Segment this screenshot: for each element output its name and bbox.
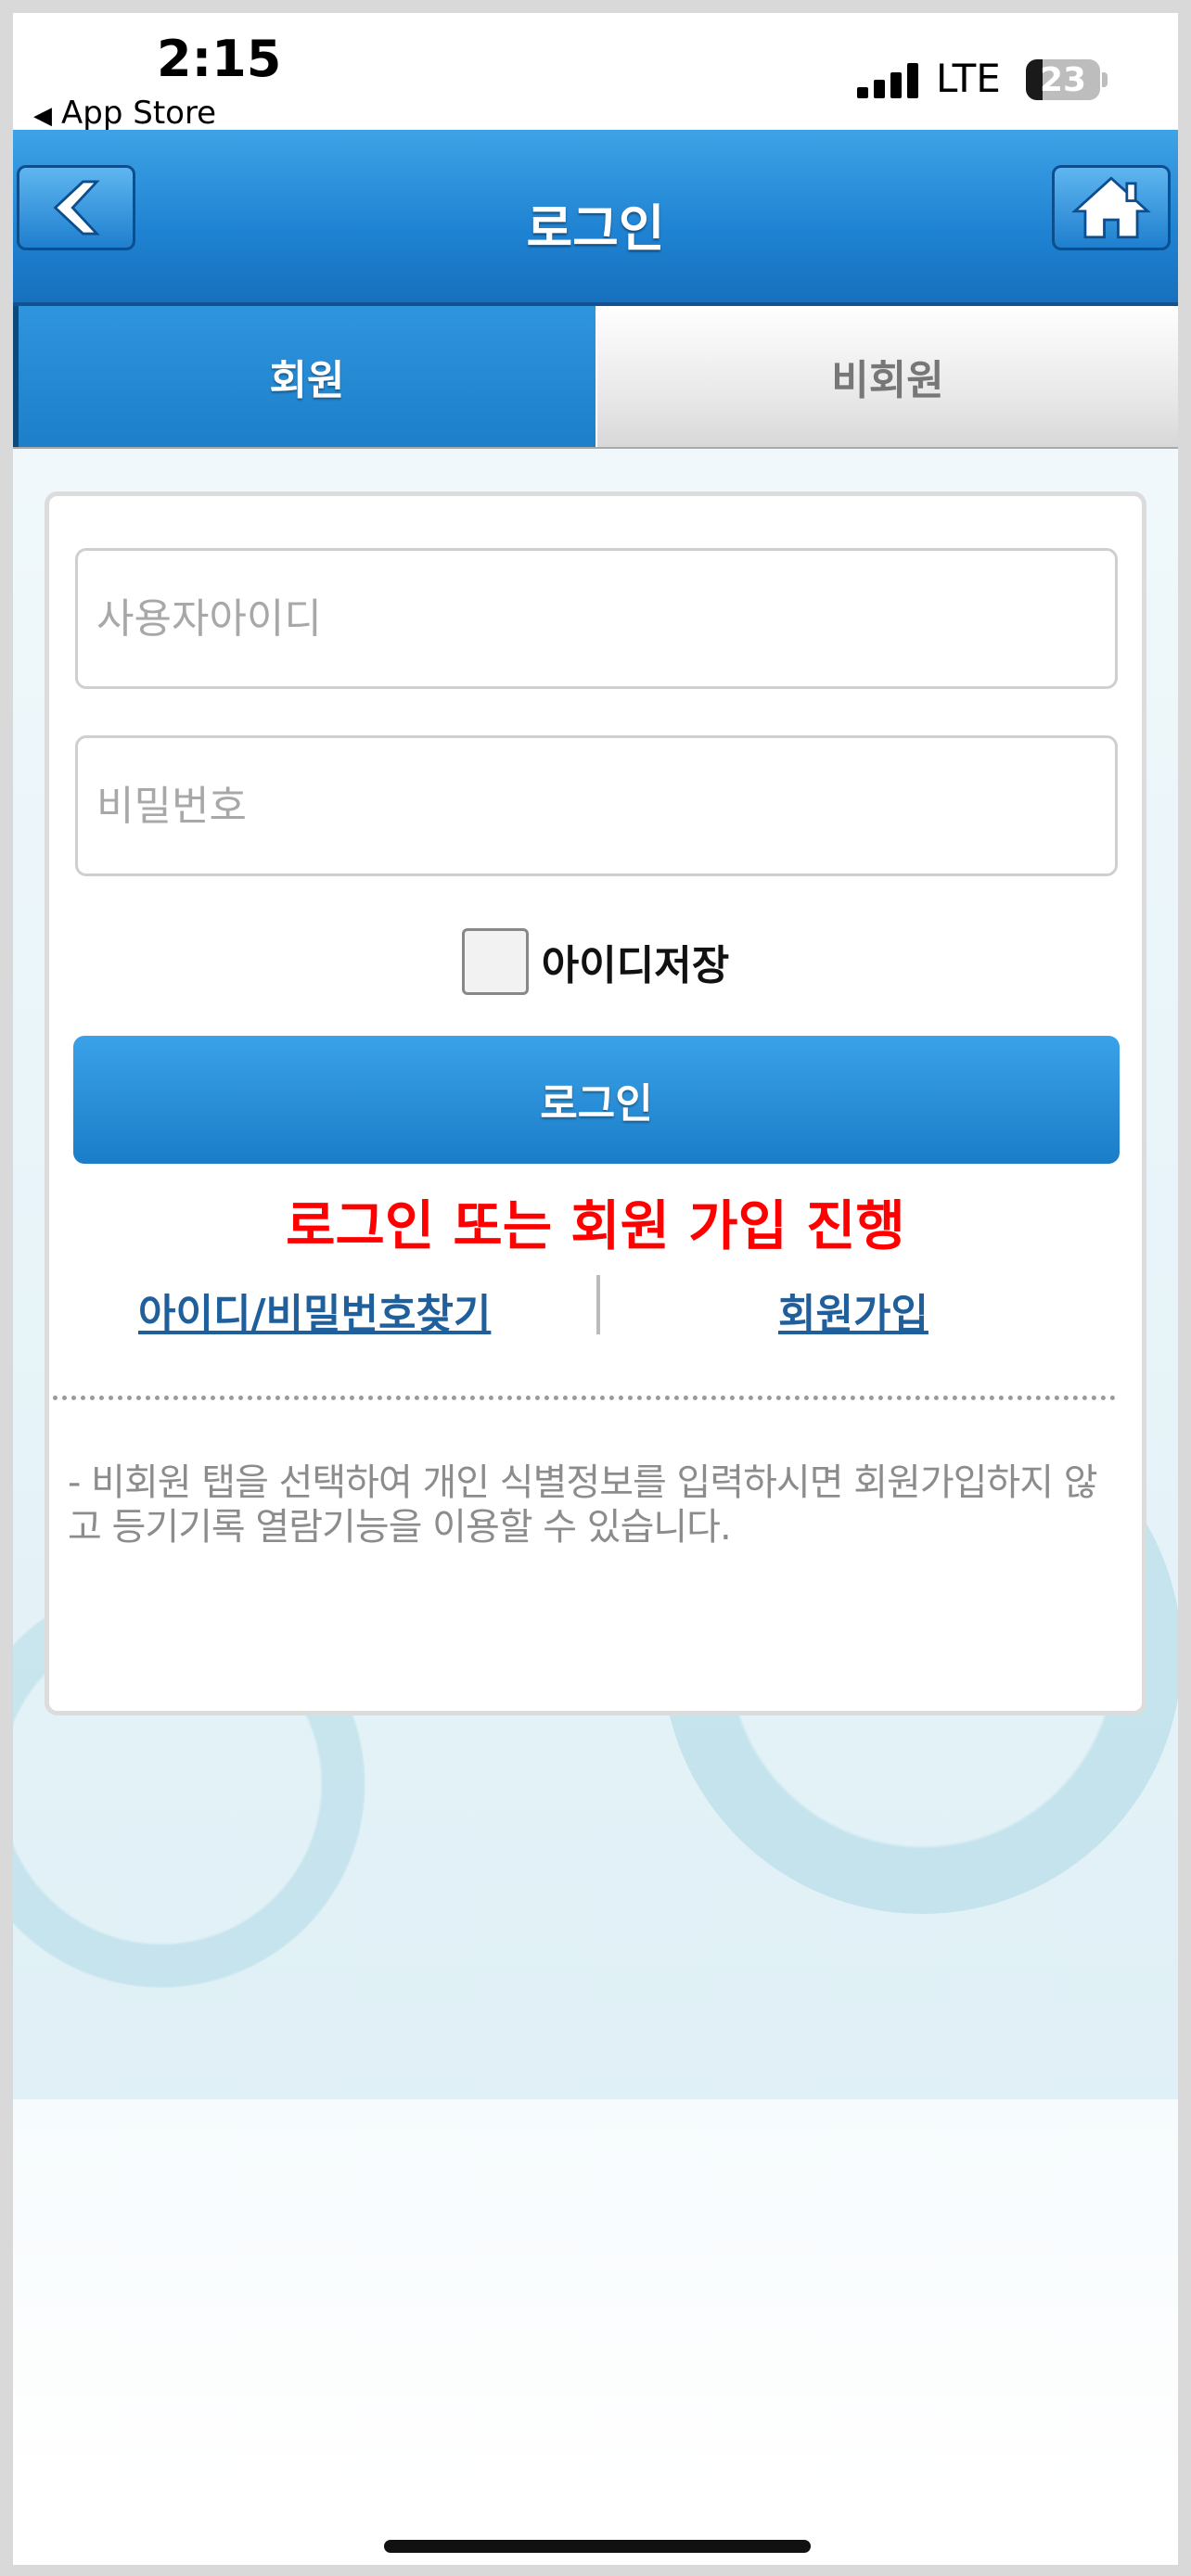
status-time: 2:15 <box>157 30 282 88</box>
tab-nonmember[interactable]: 비회원 <box>597 306 1178 447</box>
battery-icon: 23 <box>1026 59 1100 100</box>
back-triangle-icon: ◀ <box>33 102 52 130</box>
network-label: LTE <box>936 56 1001 101</box>
back-to-app-link[interactable]: ◀ App Store <box>33 95 216 132</box>
find-account-link[interactable]: 아이디/비밀번호찾기 <box>138 1281 491 1340</box>
home-button[interactable] <box>1052 165 1171 250</box>
background-lower <box>13 2099 1178 2498</box>
app-screen: 2:15 ◀ App Store LTE 23 로그인 회원 비회원 사용자아이… <box>13 13 1178 2565</box>
battery-cap <box>1102 72 1108 87</box>
login-tabs: 회원 비회원 <box>13 306 1178 449</box>
user-id-input[interactable] <box>75 548 1118 689</box>
link-divider <box>596 1275 600 1334</box>
status-bar: 2:15 ◀ App Store LTE 23 <box>13 13 1178 132</box>
login-button[interactable]: 로그인 <box>73 1036 1120 1164</box>
account-links: 아이디/비밀번호찾기 회원가입 <box>49 1275 1142 1340</box>
login-card: 아이디저장 로그인 로그인 또는 회원 가입 진행 아이디/비밀번호찾기 회원가… <box>45 491 1146 1715</box>
info-text: - 비회원 탭을 선택하여 개인 식별정보를 입력하시면 회원가입하지 않고 등… <box>68 1461 1098 1549</box>
save-id-row: 아이디저장 <box>49 925 1142 999</box>
signup-link[interactable]: 회원가입 <box>778 1281 928 1340</box>
dotted-divider <box>53 1396 1116 1400</box>
page-title: 로그인 <box>526 199 665 258</box>
battery-percent: 23 <box>1039 61 1087 99</box>
signal-icon <box>857 61 931 98</box>
password-input[interactable] <box>75 735 1118 876</box>
home-icon <box>1071 176 1151 239</box>
notice-text: 로그인 또는 회원 가입 진행 <box>286 1194 905 1257</box>
back-app-label: App Store <box>61 95 217 132</box>
home-indicator[interactable] <box>384 2540 811 2553</box>
app-header: 로그인 <box>13 130 1178 306</box>
save-id-label[interactable]: 아이디저장 <box>542 932 729 991</box>
save-id-checkbox[interactable] <box>461 928 529 995</box>
tab-member[interactable]: 회원 <box>13 306 596 447</box>
